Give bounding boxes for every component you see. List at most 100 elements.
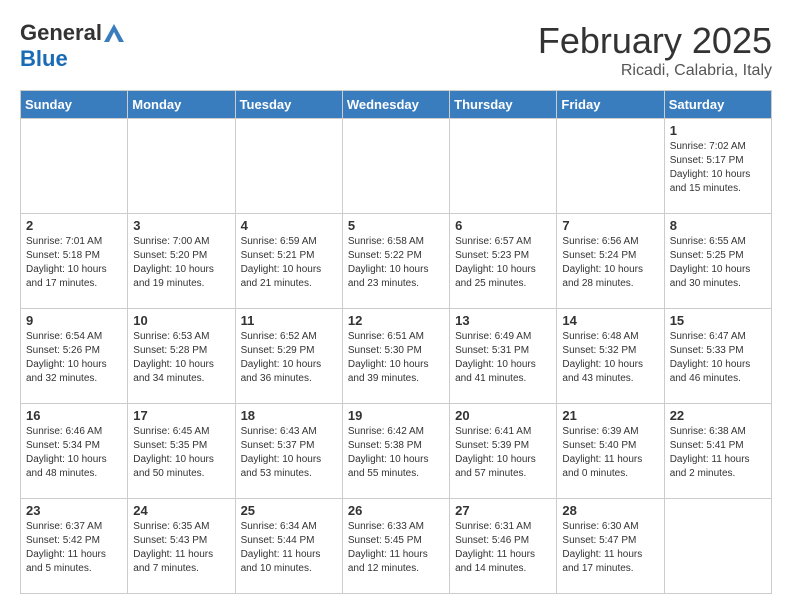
- day-number: 16: [26, 408, 122, 423]
- day-number: 24: [133, 503, 229, 518]
- day-number: 9: [26, 313, 122, 328]
- day-info: Sunrise: 6:45 AM Sunset: 5:35 PM Dayligh…: [133, 425, 229, 481]
- day-info: Sunrise: 6:46 AM Sunset: 5:34 PM Dayligh…: [26, 425, 122, 481]
- day-info: Sunrise: 6:51 AM Sunset: 5:30 PM Dayligh…: [348, 330, 444, 386]
- week-row-4: 16 Sunrise: 6:46 AM Sunset: 5:34 PM Dayli…: [21, 404, 772, 499]
- day-info: Sunrise: 7:01 AM Sunset: 5:18 PM Dayligh…: [26, 235, 122, 291]
- day-number: 6: [455, 218, 551, 233]
- weekday-header-saturday: Saturday: [664, 91, 771, 119]
- calendar-cell: 8 Sunrise: 6:55 AM Sunset: 5:25 PM Daylig…: [664, 214, 771, 309]
- weekday-header-wednesday: Wednesday: [342, 91, 449, 119]
- day-info: Sunrise: 7:00 AM Sunset: 5:20 PM Dayligh…: [133, 235, 229, 291]
- day-number: 21: [562, 408, 658, 423]
- day-number: 7: [562, 218, 658, 233]
- calendar-cell: 11 Sunrise: 6:52 AM Sunset: 5:29 PM Dayli…: [235, 309, 342, 404]
- calendar-cell: 21 Sunrise: 6:39 AM Sunset: 5:40 PM Dayli…: [557, 404, 664, 499]
- day-number: 27: [455, 503, 551, 518]
- day-number: 11: [241, 313, 337, 328]
- week-row-5: 23 Sunrise: 6:37 AM Sunset: 5:42 PM Dayli…: [21, 499, 772, 594]
- calendar-cell: 25 Sunrise: 6:34 AM Sunset: 5:44 PM Dayli…: [235, 499, 342, 594]
- calendar-cell: 1 Sunrise: 7:02 AM Sunset: 5:17 PM Daylig…: [664, 119, 771, 214]
- day-number: 20: [455, 408, 551, 423]
- day-number: 17: [133, 408, 229, 423]
- calendar-cell: 26 Sunrise: 6:33 AM Sunset: 5:45 PM Dayli…: [342, 499, 449, 594]
- calendar-cell: 12 Sunrise: 6:51 AM Sunset: 5:30 PM Dayli…: [342, 309, 449, 404]
- calendar-cell: 10 Sunrise: 6:53 AM Sunset: 5:28 PM Dayli…: [128, 309, 235, 404]
- day-info: Sunrise: 6:35 AM Sunset: 5:43 PM Dayligh…: [133, 520, 229, 576]
- day-info: Sunrise: 6:56 AM Sunset: 5:24 PM Dayligh…: [562, 235, 658, 291]
- calendar-cell: 27 Sunrise: 6:31 AM Sunset: 5:46 PM Dayli…: [450, 499, 557, 594]
- weekday-header-tuesday: Tuesday: [235, 91, 342, 119]
- calendar-cell: [450, 119, 557, 214]
- month-title: February 2025: [538, 20, 772, 62]
- calendar-cell: 7 Sunrise: 6:56 AM Sunset: 5:24 PM Daylig…: [557, 214, 664, 309]
- week-row-1: 1 Sunrise: 7:02 AM Sunset: 5:17 PM Daylig…: [21, 119, 772, 214]
- calendar-cell: [235, 119, 342, 214]
- day-info: Sunrise: 6:42 AM Sunset: 5:38 PM Dayligh…: [348, 425, 444, 481]
- day-info: Sunrise: 6:58 AM Sunset: 5:22 PM Dayligh…: [348, 235, 444, 291]
- day-info: Sunrise: 6:38 AM Sunset: 5:41 PM Dayligh…: [670, 425, 766, 481]
- calendar-cell: 22 Sunrise: 6:38 AM Sunset: 5:41 PM Dayli…: [664, 404, 771, 499]
- calendar: SundayMondayTuesdayWednesdayThursdayFrid…: [20, 90, 772, 594]
- day-number: 22: [670, 408, 766, 423]
- calendar-cell: 6 Sunrise: 6:57 AM Sunset: 5:23 PM Daylig…: [450, 214, 557, 309]
- calendar-cell: 17 Sunrise: 6:45 AM Sunset: 5:35 PM Dayli…: [128, 404, 235, 499]
- day-info: Sunrise: 6:43 AM Sunset: 5:37 PM Dayligh…: [241, 425, 337, 481]
- day-number: 14: [562, 313, 658, 328]
- day-number: 12: [348, 313, 444, 328]
- logo-icon: [104, 24, 124, 42]
- day-number: 26: [348, 503, 444, 518]
- day-info: Sunrise: 6:31 AM Sunset: 5:46 PM Dayligh…: [455, 520, 551, 576]
- day-number: 2: [26, 218, 122, 233]
- calendar-cell: 23 Sunrise: 6:37 AM Sunset: 5:42 PM Dayli…: [21, 499, 128, 594]
- day-number: 4: [241, 218, 337, 233]
- day-number: 1: [670, 123, 766, 138]
- day-number: 10: [133, 313, 229, 328]
- weekday-header-row: SundayMondayTuesdayWednesdayThursdayFrid…: [21, 91, 772, 119]
- calendar-cell: [664, 499, 771, 594]
- logo-general-text: General: [20, 20, 102, 46]
- day-info: Sunrise: 6:55 AM Sunset: 5:25 PM Dayligh…: [670, 235, 766, 291]
- day-number: 8: [670, 218, 766, 233]
- day-info: Sunrise: 6:41 AM Sunset: 5:39 PM Dayligh…: [455, 425, 551, 481]
- day-number: 18: [241, 408, 337, 423]
- week-row-3: 9 Sunrise: 6:54 AM Sunset: 5:26 PM Daylig…: [21, 309, 772, 404]
- day-number: 25: [241, 503, 337, 518]
- day-info: Sunrise: 6:53 AM Sunset: 5:28 PM Dayligh…: [133, 330, 229, 386]
- calendar-cell: 24 Sunrise: 6:35 AM Sunset: 5:43 PM Dayli…: [128, 499, 235, 594]
- week-row-2: 2 Sunrise: 7:01 AM Sunset: 5:18 PM Daylig…: [21, 214, 772, 309]
- calendar-cell: [128, 119, 235, 214]
- logo: General Blue: [20, 20, 124, 72]
- day-number: 19: [348, 408, 444, 423]
- calendar-cell: 20 Sunrise: 6:41 AM Sunset: 5:39 PM Dayli…: [450, 404, 557, 499]
- day-info: Sunrise: 7:02 AM Sunset: 5:17 PM Dayligh…: [670, 140, 766, 196]
- day-info: Sunrise: 6:34 AM Sunset: 5:44 PM Dayligh…: [241, 520, 337, 576]
- page: General Blue February 2025 Ricadi, Calab…: [0, 0, 792, 604]
- day-number: 15: [670, 313, 766, 328]
- day-info: Sunrise: 6:54 AM Sunset: 5:26 PM Dayligh…: [26, 330, 122, 386]
- calendar-cell: 2 Sunrise: 7:01 AM Sunset: 5:18 PM Daylig…: [21, 214, 128, 309]
- calendar-cell: 18 Sunrise: 6:43 AM Sunset: 5:37 PM Dayli…: [235, 404, 342, 499]
- calendar-cell: 3Sunrise: 7:00 AM Sunset: 5:20 PM Daylig…: [128, 214, 235, 309]
- day-info: Sunrise: 6:39 AM Sunset: 5:40 PM Dayligh…: [562, 425, 658, 481]
- weekday-header-sunday: Sunday: [21, 91, 128, 119]
- day-info: Sunrise: 6:57 AM Sunset: 5:23 PM Dayligh…: [455, 235, 551, 291]
- day-info: Sunrise: 6:59 AM Sunset: 5:21 PM Dayligh…: [241, 235, 337, 291]
- title-block: February 2025 Ricadi, Calabria, Italy: [538, 20, 772, 80]
- subtitle: Ricadi, Calabria, Italy: [538, 62, 772, 80]
- logo-blue-text: Blue: [20, 46, 68, 72]
- calendar-cell: 15Sunrise: 6:47 AM Sunset: 5:33 PM Dayli…: [664, 309, 771, 404]
- day-number: 23: [26, 503, 122, 518]
- day-number: 28: [562, 503, 658, 518]
- calendar-cell: 4 Sunrise: 6:59 AM Sunset: 5:21 PM Daylig…: [235, 214, 342, 309]
- day-info: Sunrise: 6:37 AM Sunset: 5:42 PM Dayligh…: [26, 520, 122, 576]
- day-info: Sunrise: 6:33 AM Sunset: 5:45 PM Dayligh…: [348, 520, 444, 576]
- day-info: Sunrise: 6:52 AM Sunset: 5:29 PM Dayligh…: [241, 330, 337, 386]
- weekday-header-monday: Monday: [128, 91, 235, 119]
- header: General Blue February 2025 Ricadi, Calab…: [20, 20, 772, 80]
- day-info: Sunrise: 6:49 AM Sunset: 5:31 PM Dayligh…: [455, 330, 551, 386]
- day-number: 13: [455, 313, 551, 328]
- weekday-header-thursday: Thursday: [450, 91, 557, 119]
- calendar-cell: [21, 119, 128, 214]
- calendar-cell: 13 Sunrise: 6:49 AM Sunset: 5:31 PM Dayli…: [450, 309, 557, 404]
